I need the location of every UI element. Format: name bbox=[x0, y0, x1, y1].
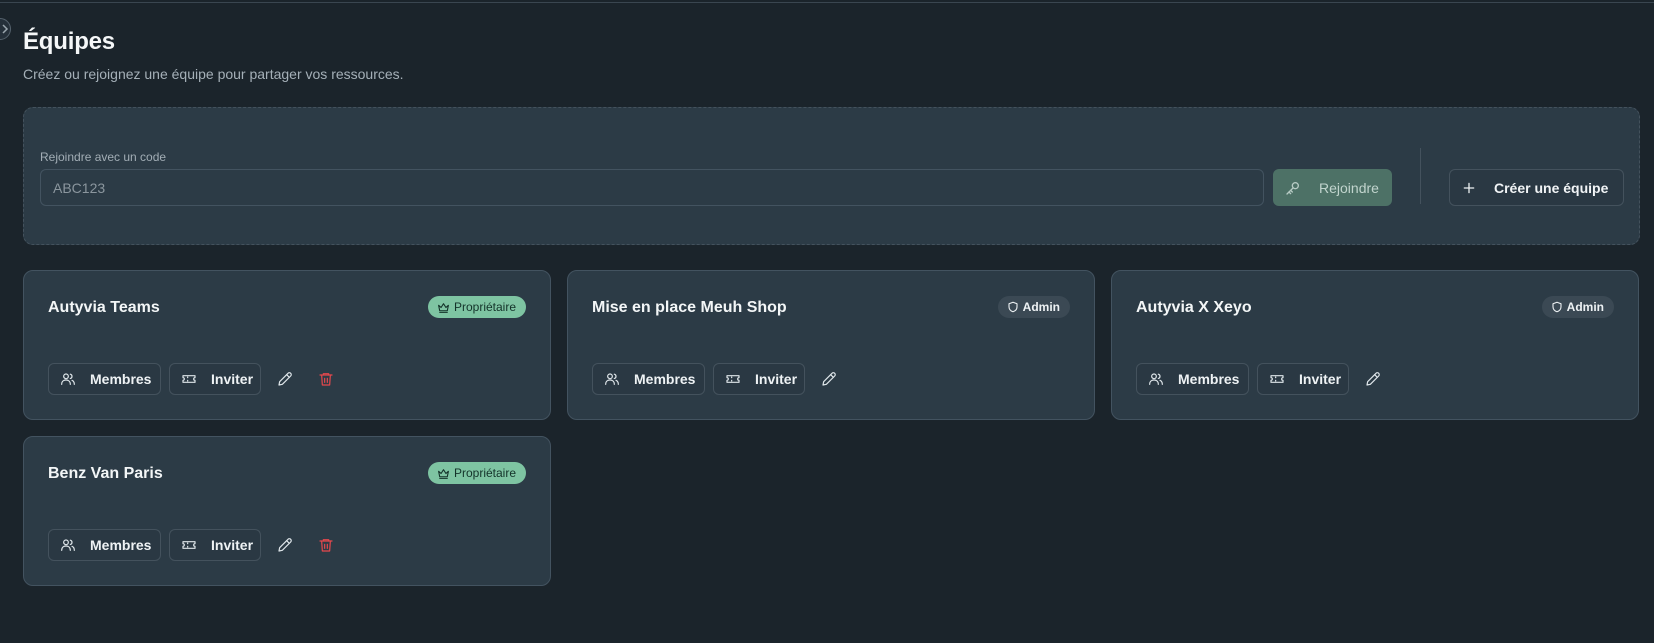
join-button-label: Rejoindre bbox=[1319, 179, 1379, 196]
users-icon bbox=[605, 373, 619, 385]
ticket-icon bbox=[182, 375, 196, 383]
pencil-icon bbox=[822, 372, 836, 386]
pencil-icon bbox=[278, 538, 292, 552]
plus-icon bbox=[1463, 182, 1475, 193]
create-team-button[interactable]: Créer une équipe bbox=[1449, 169, 1624, 206]
crown-icon bbox=[438, 302, 449, 313]
invite-label: Inviter bbox=[211, 371, 254, 387]
role-badge: Propriétaire bbox=[427, 462, 526, 484]
edit-team-button[interactable] bbox=[269, 529, 301, 561]
team-card: Autyvia X Xeyo Admin Membres Inviter bbox=[1111, 270, 1639, 420]
members-label: Membres bbox=[1178, 371, 1240, 387]
sidebar-toggle-button[interactable] bbox=[0, 18, 11, 40]
ticket-icon bbox=[1270, 375, 1284, 383]
divider bbox=[1420, 148, 1421, 204]
shield-icon bbox=[1008, 301, 1018, 313]
page-title: Équipes bbox=[23, 28, 115, 55]
team-card: Mise en place Meuh Shop Admin Membres In… bbox=[567, 270, 1095, 420]
pencil-icon bbox=[1366, 372, 1380, 386]
role-badge: Admin bbox=[997, 296, 1070, 318]
pencil-icon bbox=[278, 372, 292, 386]
members-button[interactable]: Membres bbox=[592, 363, 705, 395]
members-button[interactable]: Membres bbox=[48, 363, 161, 395]
crown-icon bbox=[438, 468, 449, 479]
trash-icon bbox=[319, 373, 333, 386]
join-button[interactable]: Rejoindre bbox=[1273, 169, 1392, 206]
top-border bbox=[0, 2, 1654, 3]
ticket-icon bbox=[182, 541, 196, 549]
role-label: Propriétaire bbox=[453, 300, 516, 314]
team-name: Benz Van Paris bbox=[48, 465, 163, 482]
team-name: Mise en place Meuh Shop bbox=[592, 299, 787, 316]
join-panel: Rejoindre avec un code Rejoindre Créer u… bbox=[23, 107, 1640, 245]
members-label: Membres bbox=[634, 371, 696, 387]
edit-team-button[interactable] bbox=[813, 363, 845, 395]
team-card: Autyvia Teams Propriétaire Membres Invit… bbox=[23, 270, 551, 420]
join-code-input[interactable] bbox=[40, 169, 1264, 206]
invite-button[interactable]: Inviter bbox=[169, 363, 261, 395]
delete-team-button[interactable] bbox=[310, 529, 342, 561]
invite-button[interactable]: Inviter bbox=[713, 363, 805, 395]
users-icon bbox=[61, 373, 75, 385]
role-badge: Propriétaire bbox=[427, 296, 526, 318]
invite-label: Inviter bbox=[211, 537, 254, 553]
role-label: Admin bbox=[1566, 300, 1604, 314]
role-label: Admin bbox=[1022, 300, 1060, 314]
members-button[interactable]: Membres bbox=[48, 529, 161, 561]
members-label: Membres bbox=[90, 371, 152, 387]
shield-icon bbox=[1552, 301, 1562, 313]
ticket-icon bbox=[726, 375, 740, 383]
team-name: Autyvia X Xeyo bbox=[1136, 299, 1252, 316]
invite-button[interactable]: Inviter bbox=[1257, 363, 1349, 395]
delete-team-button[interactable] bbox=[310, 363, 342, 395]
edit-team-button[interactable] bbox=[269, 363, 301, 395]
members-button[interactable]: Membres bbox=[1136, 363, 1249, 395]
team-card: Benz Van Paris Propriétaire Membres Invi… bbox=[23, 436, 551, 586]
users-icon bbox=[1149, 373, 1163, 385]
invite-button[interactable]: Inviter bbox=[169, 529, 261, 561]
page-subtitle: Créez ou rejoignez une équipe pour parta… bbox=[23, 66, 404, 82]
create-team-label: Créer une équipe bbox=[1494, 179, 1609, 196]
users-icon bbox=[61, 539, 75, 551]
invite-label: Inviter bbox=[1299, 371, 1342, 387]
team-name: Autyvia Teams bbox=[48, 299, 160, 316]
members-label: Membres bbox=[90, 537, 152, 553]
role-label: Propriétaire bbox=[453, 466, 516, 480]
chevron-icon bbox=[2, 24, 9, 34]
key-icon bbox=[1286, 181, 1299, 195]
trash-icon bbox=[319, 539, 333, 552]
join-code-label: Rejoindre avec un code bbox=[40, 150, 167, 164]
edit-team-button[interactable] bbox=[1357, 363, 1389, 395]
role-badge: Admin bbox=[1541, 296, 1614, 318]
invite-label: Inviter bbox=[755, 371, 798, 387]
